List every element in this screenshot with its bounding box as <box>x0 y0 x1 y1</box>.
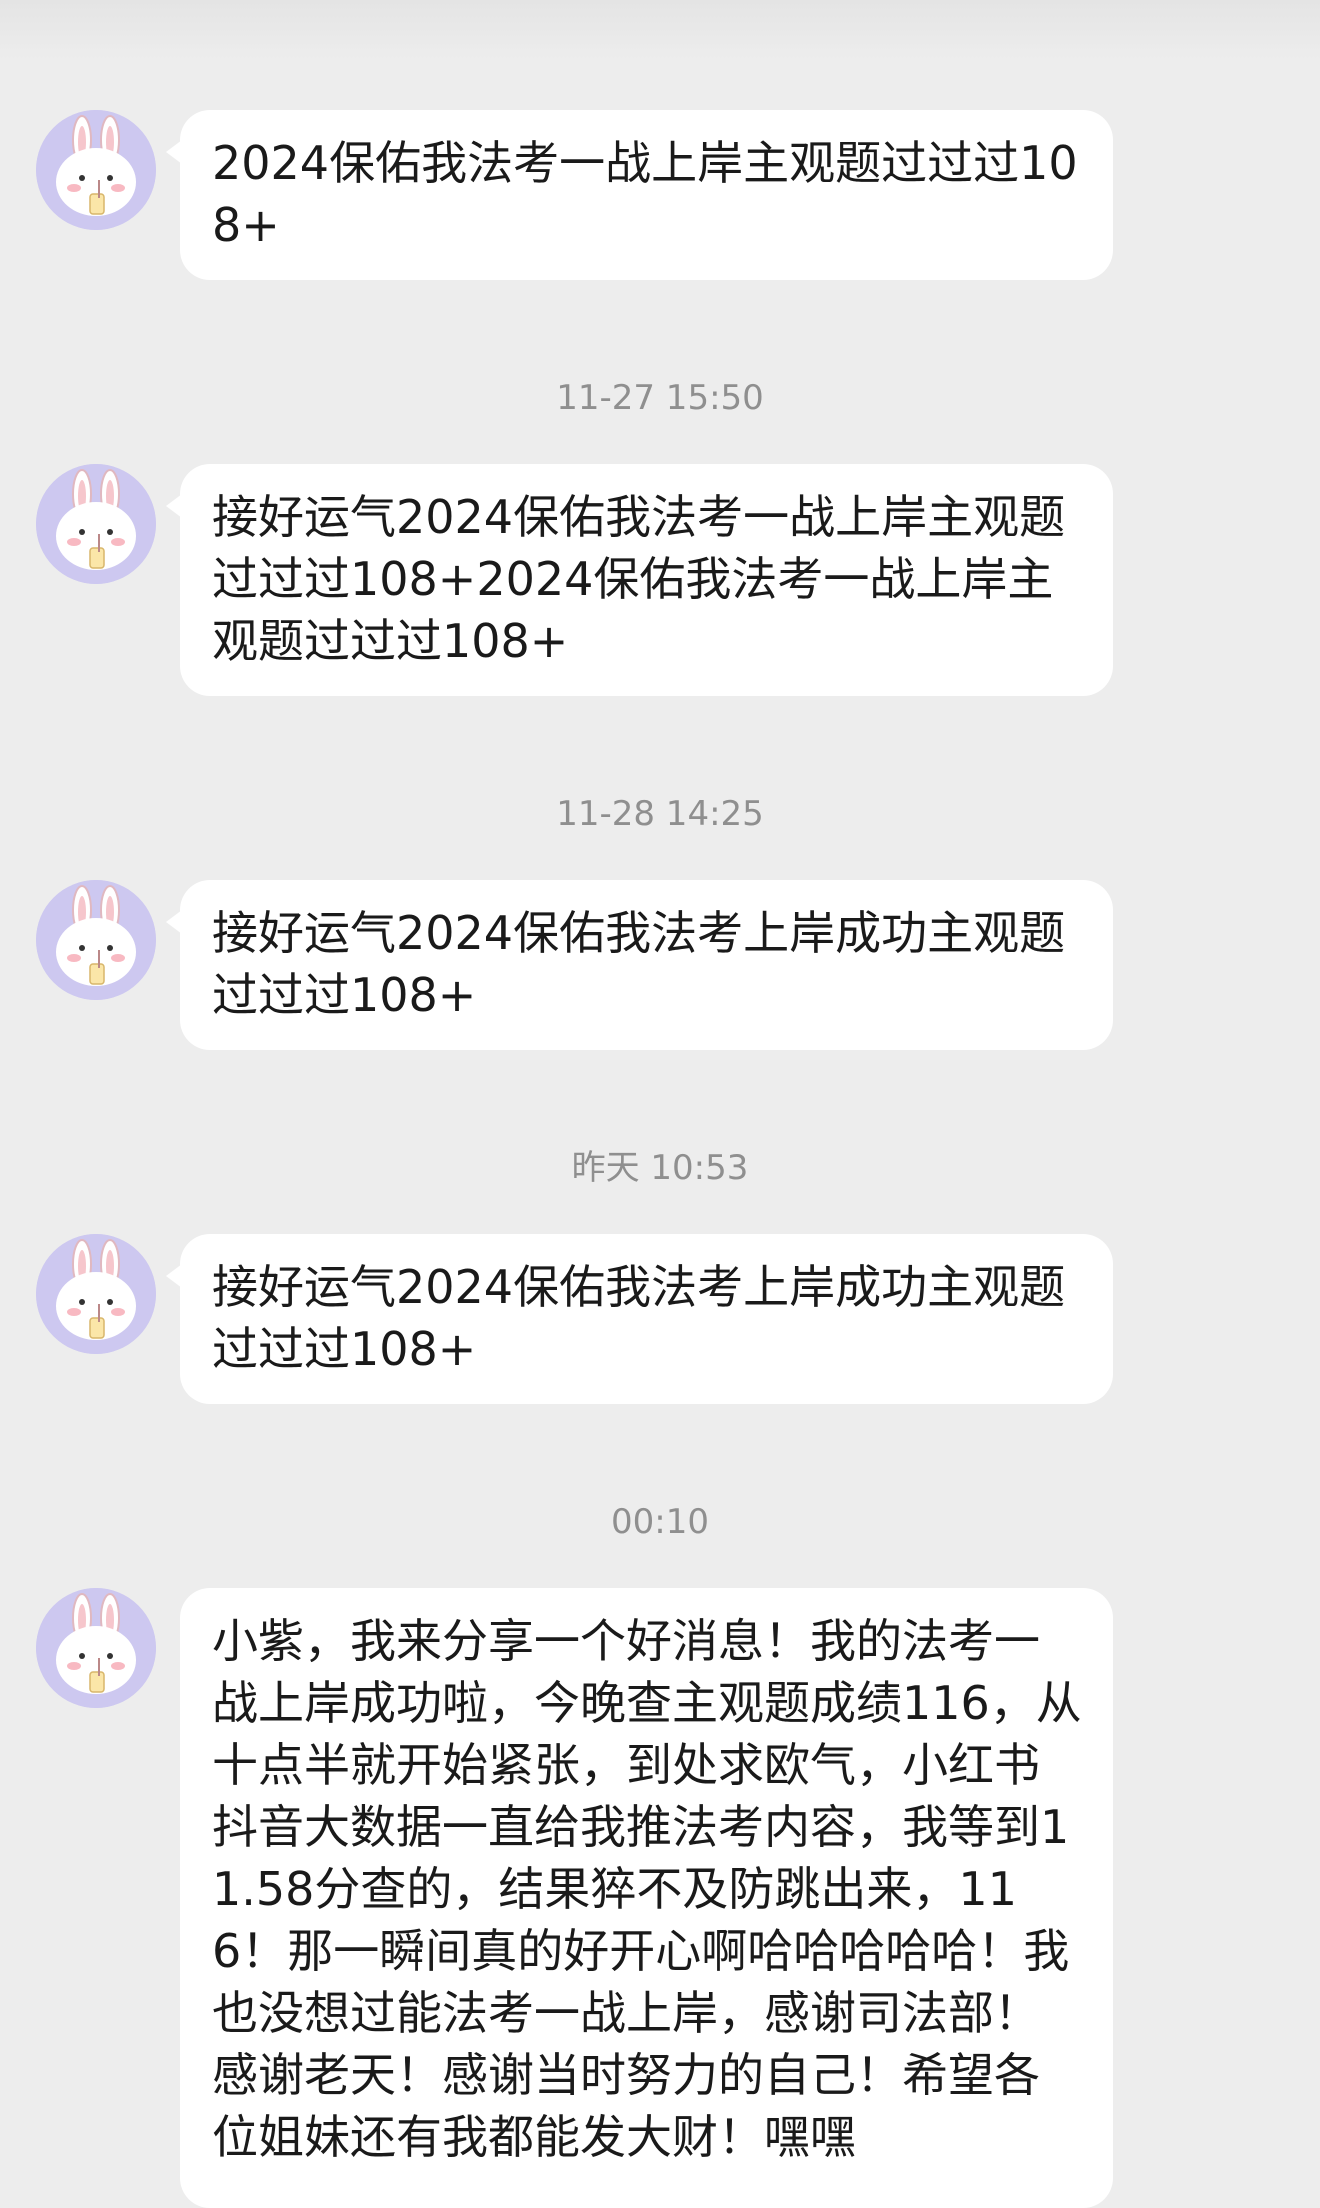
message-bubble[interactable]: 接好运气2024保佑我法考上岸成功主观题过过过108+ <box>166 880 1113 1050</box>
message-bubble[interactable]: 2024保佑我法考一战上岸主观题过过过108+ <box>166 110 1113 280</box>
message-text: 2024保佑我法考一战上岸主观题过过过108+ <box>212 136 1078 252</box>
message-text: 小紫，我来分享一个好消息！我的法考一战上岸成功啦，今晚查主观题成绩116，从十点… <box>212 1614 1082 2164</box>
message-bubble[interactable]: 接好运气2024保佑我法考一战上岸主观题过过过108+2024保佑我法考一战上岸… <box>166 464 1113 696</box>
bunny-avatar-icon[interactable] <box>36 1234 156 1354</box>
bunny-avatar-icon[interactable] <box>36 1588 156 1708</box>
bunny-avatar-icon[interactable] <box>36 880 156 1000</box>
message-bubble[interactable]: 接好运气2024保佑我法考上岸成功主观题过过过108+ <box>166 1234 1113 1404</box>
chat-area[interactable]: 2024保佑我法考一战上岸主观题过过过108+ 11-27 15:50 接好运气… <box>0 0 1320 2208</box>
message-text: 接好运气2024保佑我法考一战上岸主观题过过过108+2024保佑我法考一战上岸… <box>212 490 1066 668</box>
timestamp: 昨天 10:53 <box>571 1148 749 1188</box>
timestamp: 11-28 14:25 <box>556 794 764 834</box>
timestamp: 00:10 <box>611 1502 709 1542</box>
bunny-avatar-icon[interactable] <box>36 110 156 230</box>
message-text: 接好运气2024保佑我法考上岸成功主观题过过过108+ <box>212 906 1066 1022</box>
timestamp: 11-27 15:50 <box>556 378 764 418</box>
bunny-avatar-icon[interactable] <box>36 464 156 584</box>
message-text: 接好运气2024保佑我法考上岸成功主观题过过过108+ <box>212 1260 1066 1376</box>
message-bubble[interactable]: 小紫，我来分享一个好消息！我的法考一战上岸成功啦，今晚查主观题成绩116，从十点… <box>180 1588 1113 2208</box>
